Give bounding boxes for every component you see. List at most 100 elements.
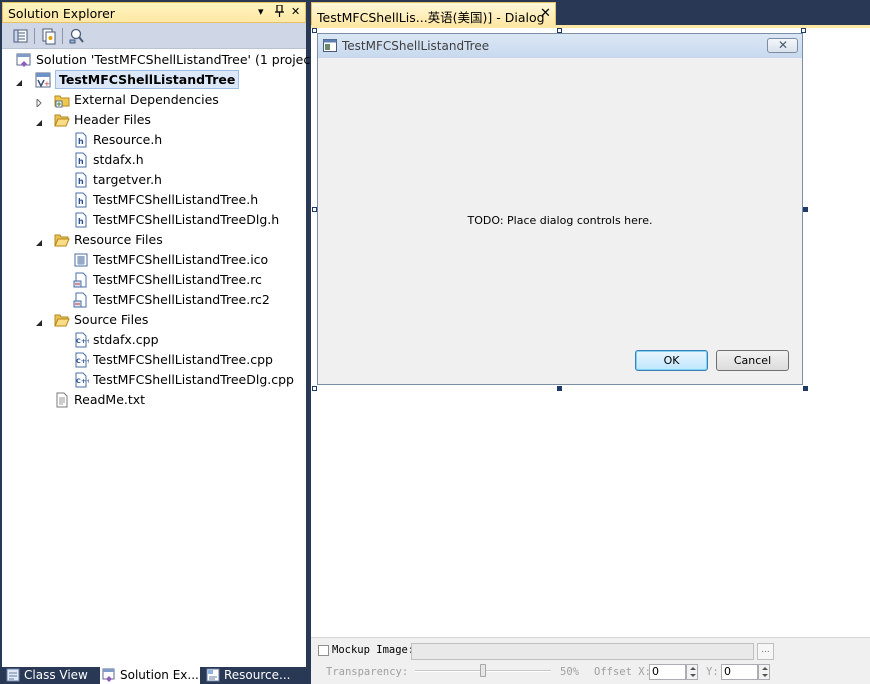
tree-item-file[interactable]: h stdafx.h — [73, 150, 303, 170]
tree-item-label: Solution 'TestMFCShellListandTree' (1 pr… — [36, 52, 321, 67]
header-file-icon: h — [73, 152, 89, 168]
collapse-arrow-icon[interactable] — [15, 76, 23, 86]
svg-text:h: h — [78, 197, 84, 206]
folder-open-icon — [54, 232, 70, 248]
tree-item-file[interactable]: h TestMFCShellListandTreeDlg.h — [73, 210, 303, 230]
tab-resource-view[interactable]: Resource... — [204, 667, 304, 684]
view-class-diagram-icon[interactable] — [68, 27, 86, 45]
toolbar-separator — [62, 28, 63, 44]
tree-item-label: targetver.h — [93, 172, 162, 187]
solution-explorer-panel: Solution Explorer ▾ ✕ Solution 'TestMFCS… — [0, 0, 320, 684]
svg-text:C++: C++ — [76, 377, 89, 385]
show-all-files-icon[interactable] — [40, 27, 58, 45]
tab-label: Class View — [24, 668, 88, 682]
solution-explorer-toolbar — [2, 23, 306, 49]
offset-y-input[interactable]: 0 — [721, 664, 758, 680]
document-tab-title: TestMFCShellLis...英语(美国)] - Dialog — [317, 10, 545, 25]
folder-open-icon — [54, 312, 70, 328]
tree-item-label: stdafx.h — [93, 152, 144, 167]
offset-y-spinner[interactable] — [758, 664, 770, 680]
solution-icon — [16, 52, 32, 68]
properties-icon[interactable] — [12, 27, 30, 45]
close-panel-icon[interactable]: ✕ — [291, 5, 300, 18]
cpp-file-icon: C++ — [73, 352, 92, 368]
transparency-slider-thumb[interactable] — [480, 664, 486, 677]
tree-item-label: Header Files — [74, 112, 151, 127]
tree-item-file[interactable]: h targetver.h — [73, 170, 303, 190]
collapse-arrow-icon[interactable] — [35, 316, 43, 326]
tree-item-file[interactable]: TestMFCShellListandTree.rc2 — [73, 290, 303, 310]
solution-tree: Solution 'TestMFCShellListandTree' (1 pr… — [2, 49, 320, 667]
cancel-button[interactable]: Cancel — [716, 350, 789, 371]
collapse-arrow-icon[interactable] — [35, 116, 43, 126]
tree-item-file[interactable]: h TestMFCShellListandTree.h — [73, 190, 303, 210]
dialog-preview[interactable]: TestMFCShellListandTree ✕ TODO: Place di… — [317, 33, 803, 385]
resize-handle[interactable] — [312, 386, 317, 391]
offset-x-label: Offset X: — [594, 666, 651, 678]
tab-solution-explorer[interactable]: Solution Ex... — [100, 667, 200, 684]
mockup-image-toolbar: Mockup Image: ... Transparency: 50% Offs… — [311, 637, 870, 684]
tree-item-label: Resource Files — [74, 232, 163, 247]
ok-button[interactable]: OK — [635, 350, 708, 371]
folder-dependencies-icon — [54, 92, 70, 108]
tree-item-solution[interactable]: Solution 'TestMFCShellListandTree' (1 pr… — [16, 50, 320, 70]
dialog-close-button[interactable]: ✕ — [767, 38, 798, 53]
folder-open-icon — [54, 112, 70, 128]
dialog-window-icon — [323, 39, 337, 52]
tree-item-file[interactable]: TestMFCShellListandTree.ico — [73, 250, 303, 270]
svg-text:C++: C++ — [76, 337, 89, 345]
tree-item-file[interactable]: TestMFCShellListandTree.rc — [73, 270, 303, 290]
offset-y-label: Y: — [706, 666, 719, 678]
tree-item-external-dependencies[interactable]: External Dependencies — [54, 90, 304, 110]
cpp-file-icon: C++ — [73, 372, 92, 388]
close-tab-icon[interactable]: ✕ — [540, 6, 551, 21]
dialog-title: TestMFCShellListandTree — [342, 39, 490, 53]
tab-class-view[interactable]: Class View — [4, 667, 96, 684]
offset-x-input[interactable]: 0 — [649, 664, 686, 680]
solution-explorer-icon — [102, 668, 116, 682]
tree-item-file[interactable]: ReadMe.txt — [54, 390, 304, 410]
tree-item-file[interactable]: C++ stdafx.cpp — [73, 330, 303, 350]
icon-file-icon — [73, 252, 89, 268]
tree-item-project[interactable]: ++ TestMFCShellListandTree — [35, 70, 240, 90]
tree-item-resource-files[interactable]: Resource Files — [54, 230, 304, 250]
todo-static-text[interactable]: TODO: Place dialog controls here. — [318, 214, 802, 227]
resource-script-icon — [73, 292, 89, 308]
tree-item-label: stdafx.cpp — [93, 332, 159, 347]
toolbar-separator — [34, 28, 35, 44]
header-file-icon: h — [73, 192, 89, 208]
resize-handle[interactable] — [803, 386, 808, 391]
header-file-icon: h — [73, 172, 89, 188]
tree-item-label: TestMFCShellListandTreeDlg.cpp — [93, 372, 294, 387]
svg-text:h: h — [78, 157, 84, 166]
tool-window-tabs: Class View Solution Ex... Resource... — [0, 667, 308, 684]
document-tab-dialog[interactable]: TestMFCShellLis...英语(美国)] - Dialog ✕ — [311, 2, 556, 25]
tree-item-label: ReadMe.txt — [74, 392, 146, 407]
tree-item-file[interactable]: C++ TestMFCShellListandTreeDlg.cpp — [73, 370, 303, 390]
tree-item-source-files[interactable]: Source Files — [54, 310, 304, 330]
collapse-arrow-icon[interactable] — [35, 236, 43, 246]
browse-button[interactable]: ... — [757, 643, 774, 660]
resize-handle[interactable] — [803, 207, 808, 212]
tree-item-label: TestMFCShellListandTree.cpp — [93, 352, 273, 367]
svg-text:h: h — [78, 217, 84, 226]
close-icon: ✕ — [778, 38, 789, 52]
text-file-icon — [54, 392, 70, 408]
window-position-icon[interactable]: ▾ — [258, 5, 264, 18]
svg-text:h: h — [78, 137, 84, 146]
resize-handle[interactable] — [557, 386, 562, 391]
auto-hide-pin-icon[interactable] — [275, 4, 284, 20]
tree-item-file[interactable]: h Resource.h — [73, 130, 303, 150]
panel-title: Solution Explorer — [8, 6, 115, 21]
tree-item-label: TestMFCShellListandTree.rc — [93, 272, 262, 287]
solution-explorer-titlebar: Solution Explorer ▾ ✕ — [2, 2, 306, 23]
tree-item-file[interactable]: C++ TestMFCShellListandTree.cpp — [73, 350, 303, 370]
mockup-image-path-input[interactable] — [411, 643, 754, 660]
cpp-file-icon: C++ — [73, 332, 92, 348]
tree-item-header-files[interactable]: Header Files — [54, 110, 304, 130]
tree-item-label: TestMFCShellListandTree — [55, 70, 240, 89]
header-file-icon: h — [73, 212, 89, 228]
mockup-image-checkbox[interactable] — [318, 645, 329, 656]
offset-x-spinner[interactable] — [686, 664, 698, 680]
expand-arrow-icon[interactable] — [35, 96, 43, 109]
